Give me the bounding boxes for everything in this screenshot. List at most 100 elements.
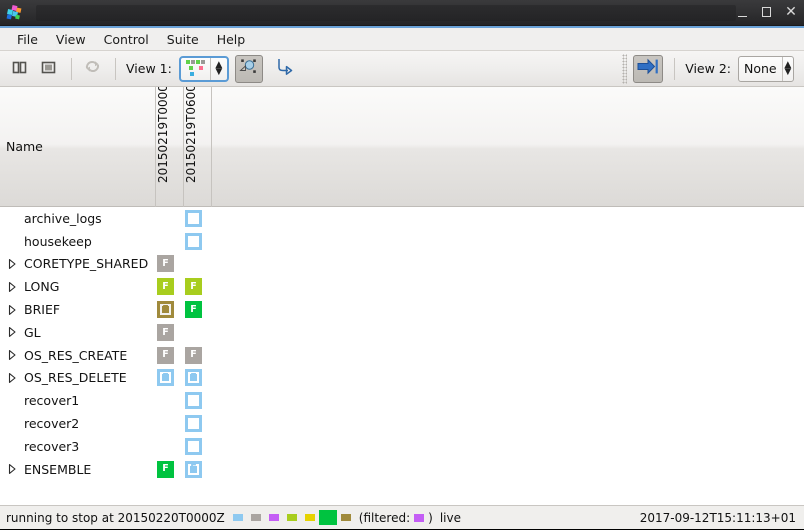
title-bar-inner [36, 5, 736, 21]
expand-triangle-icon[interactable] [6, 349, 18, 361]
menu-bar: File View Control Suite Help [0, 28, 804, 51]
legend-swatch [336, 510, 355, 525]
table-row[interactable]: recover2 [0, 412, 804, 435]
view2-spinner[interactable]: ▲ ▼ [781, 56, 793, 81]
filtered-close-paren: ) [428, 510, 433, 525]
task-state-cell[interactable]: F [157, 323, 174, 341]
legend-swatch [228, 510, 247, 525]
table-row[interactable]: BRIEF F F [0, 298, 804, 321]
task-name-label: housekeep [24, 233, 92, 249]
column-header-name[interactable]: Name [6, 87, 43, 206]
view2-select[interactable]: None ▲ ▼ [738, 55, 794, 82]
expand-triangle-icon[interactable] [6, 281, 18, 293]
graph-view-button[interactable] [234, 54, 263, 83]
table-row[interactable]: CORETYPE_SHARED F [0, 253, 804, 276]
task-name-label: CORETYPE_SHARED [24, 256, 149, 272]
task-state-cell[interactable] [185, 232, 202, 250]
task-name-label: OS_RES_DELETE [24, 370, 127, 386]
table-row[interactable]: OS_RES_CREATE F F [0, 344, 804, 367]
table-row[interactable]: LONG F F [0, 275, 804, 298]
task-state-cell[interactable] [185, 415, 202, 433]
toolbar-separator-1 [71, 57, 72, 80]
table-row[interactable]: OS_RES_DELETE F F [0, 367, 804, 390]
toolbar-drag-handle[interactable] [622, 53, 628, 84]
task-name-label: recover2 [24, 416, 80, 432]
task-state-cell[interactable]: F [185, 460, 202, 478]
table-row[interactable]: GL F [0, 321, 804, 344]
task-name-label: recover1 [24, 393, 80, 409]
view1-spinner[interactable]: ▲ ▼ [209, 57, 227, 80]
status-timestamp: 2017-09-12T15:11:13+01 [639, 510, 796, 525]
expand-triangle-icon[interactable] [6, 463, 18, 475]
task-name-label: OS_RES_CREATE [24, 347, 128, 363]
table-row[interactable]: recover3 [0, 435, 804, 458]
task-name-label: GL [24, 324, 41, 340]
task-state-cell[interactable] [185, 437, 202, 455]
title-bar: ✕ [0, 0, 804, 26]
task-name-label: BRIEF [24, 302, 61, 318]
task-state-cell[interactable]: F [157, 369, 174, 387]
column-header-cycle-2-label: 20150219T0600Z [184, 87, 198, 183]
menu-help[interactable]: Help [208, 30, 255, 49]
table-row[interactable]: housekeep [0, 230, 804, 253]
maximize-button[interactable] [760, 3, 774, 21]
task-state-cell[interactable] [185, 392, 202, 410]
view1-select[interactable]: ▲ ▼ [178, 55, 229, 82]
task-state-cell[interactable]: F [157, 301, 174, 319]
expand-triangle-icon[interactable] [6, 326, 18, 338]
task-state-cell[interactable]: F [185, 346, 202, 364]
task-name-label: recover3 [24, 438, 80, 454]
status-bar: running to stop at 20150220T0000Z (filte… [0, 505, 804, 529]
expand-branch-button[interactable] [271, 56, 297, 82]
task-state-cell[interactable] [185, 209, 202, 227]
menu-control[interactable]: Control [95, 30, 158, 49]
expand-triangle-icon[interactable] [6, 258, 18, 270]
filtered-state-swatch [411, 510, 428, 525]
task-state-cell[interactable]: F [185, 301, 202, 319]
task-name-label: archive_logs [24, 210, 102, 226]
task-state-cell[interactable]: F [157, 346, 174, 364]
reload-button[interactable] [79, 56, 105, 82]
minimize-button[interactable] [736, 3, 750, 21]
view2-value: None [744, 61, 777, 76]
expand-triangle-icon[interactable] [6, 304, 18, 316]
legend-swatch [282, 510, 301, 525]
task-state-cell[interactable]: F [157, 460, 174, 478]
column-header-filler [211, 87, 804, 207]
menu-view[interactable]: View [47, 30, 95, 49]
view1-value [181, 60, 210, 77]
task-state-cell[interactable]: F [157, 255, 174, 273]
task-state-cell[interactable]: F [157, 278, 174, 296]
toolbar: View 1: ▲ ▼ View 2: None ▲ ▼ [0, 51, 804, 87]
toggle-single-view-button[interactable] [35, 56, 61, 82]
table-row[interactable]: recover1 [0, 389, 804, 412]
table-header: Name 20150219T0000Z 20150219T0600Z [0, 87, 804, 207]
branch-arrow-icon [275, 58, 293, 79]
legend-swatch [264, 510, 283, 525]
run-to-stop-icon [637, 58, 659, 79]
task-state-cell[interactable]: F [185, 278, 202, 296]
toolbar-separator-3 [674, 57, 676, 80]
task-name-label: LONG [24, 279, 60, 295]
menu-suite[interactable]: Suite [158, 30, 208, 49]
split-panes-icon [12, 59, 27, 78]
toolbar-separator-2 [115, 57, 116, 80]
chevron-down-icon: ▼ [784, 66, 792, 77]
task-state-cell[interactable]: F [185, 369, 202, 387]
table-row[interactable]: archive_logs [0, 207, 804, 230]
state-legend-swatches [228, 510, 355, 525]
expand-triangle-icon[interactable] [6, 372, 18, 384]
dot-matrix-view-icon [185, 60, 205, 77]
status-message: running to stop at 20150220T0000Z [6, 510, 225, 525]
run-to-stop-button[interactable] [633, 54, 664, 83]
menu-file[interactable]: File [8, 30, 47, 49]
graph-view-icon [239, 58, 258, 79]
table-row[interactable]: ENSEMBLE F F [0, 458, 804, 481]
column-header-cycle-2[interactable]: 20150219T0600Z [183, 87, 211, 207]
task-tree-table: Name 20150219T0000Z 20150219T0600Z archi… [0, 87, 804, 505]
toggle-split-view-button[interactable] [6, 56, 32, 82]
column-header-cycle-1[interactable]: 20150219T0000Z [155, 87, 183, 207]
legend-swatch [300, 510, 319, 525]
view1-label: View 1: [126, 61, 172, 76]
close-button[interactable]: ✕ [784, 3, 798, 21]
